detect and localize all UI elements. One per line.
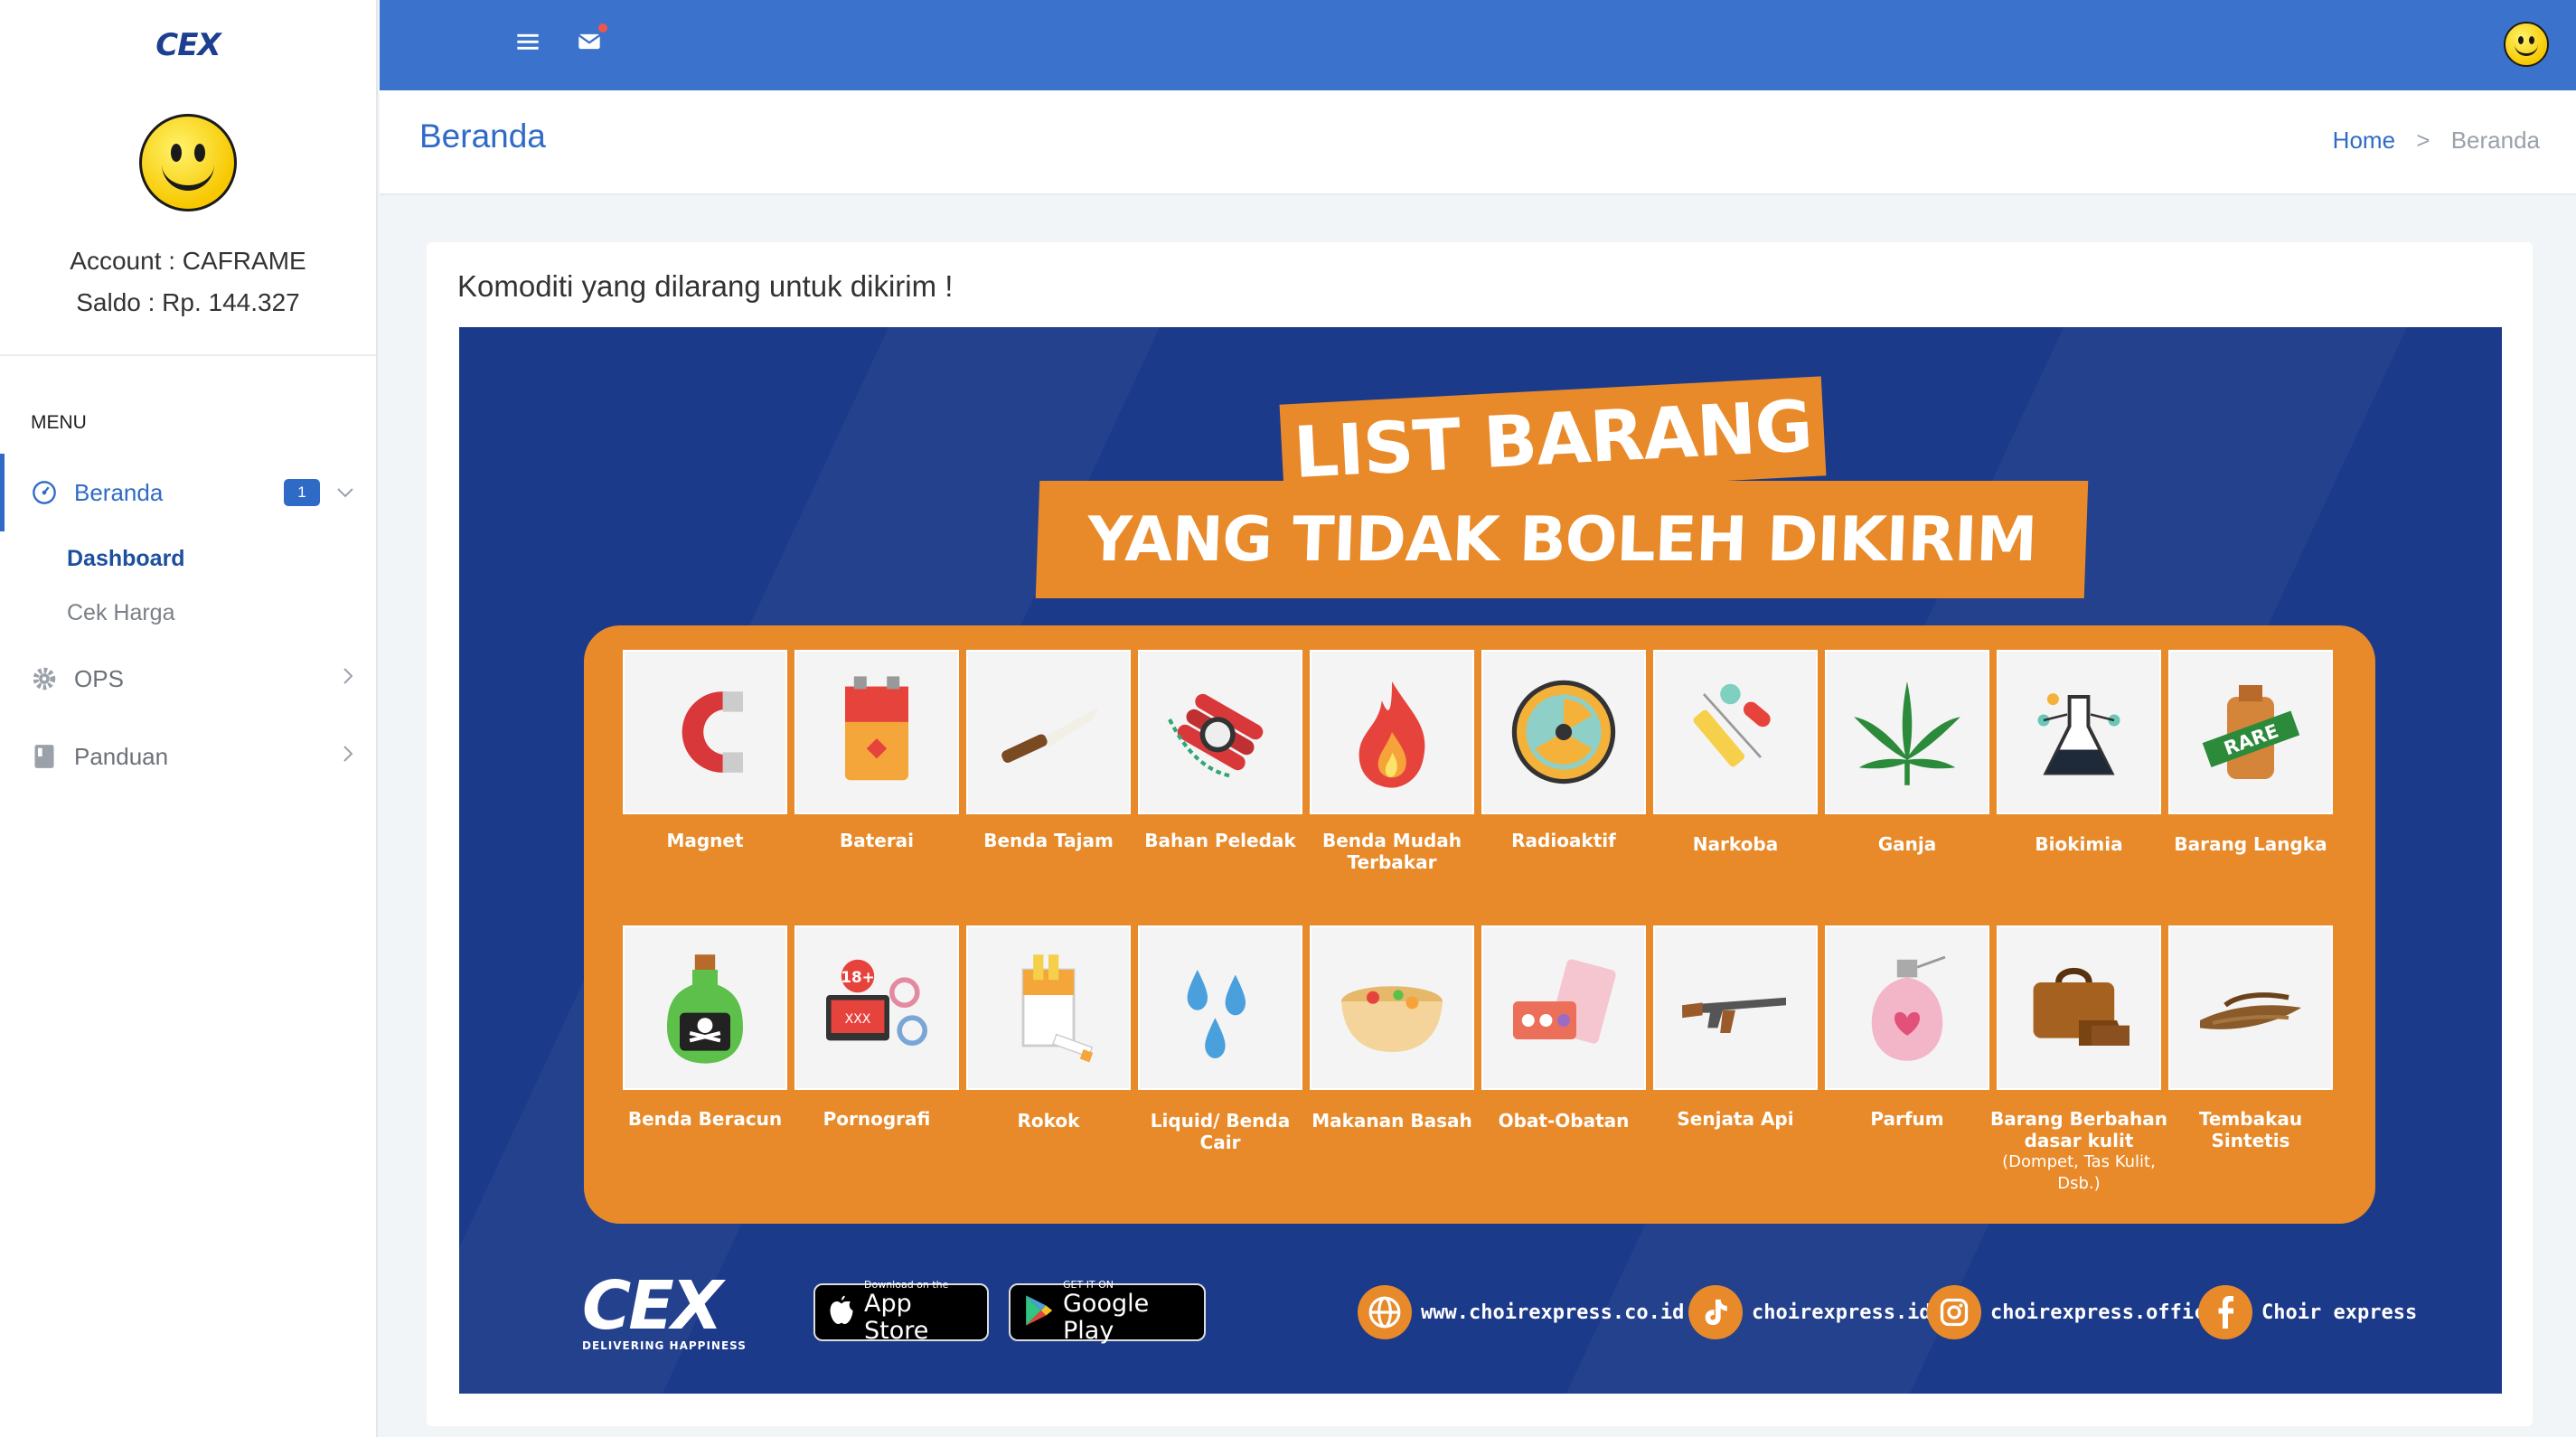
item-label: Liquid/ Benda Cair [1150, 1110, 1291, 1153]
item-label: Pornografi [823, 1108, 931, 1130]
sidebar: CEX Account : CAFRAME Saldo : Rp. 144.32… [0, 0, 378, 1437]
mail-icon[interactable] [577, 29, 602, 58]
explosive-icon [1138, 650, 1302, 814]
page-header: Beranda Home > Beranda [380, 90, 2576, 195]
breadcrumb-current: Beranda [2450, 127, 2540, 154]
item-label: Rokok [1017, 1110, 1080, 1132]
item-label: Barang Langka [2174, 833, 2327, 855]
menu-title: MENU [31, 412, 87, 433]
dashboard-icon [31, 479, 58, 506]
rare-item-icon: RARE [2168, 650, 2333, 814]
liquid-drops-icon [1138, 925, 1302, 1090]
firearm-icon [1653, 925, 1818, 1090]
google-play-large-text: Google Play [1063, 1290, 1150, 1345]
social-website[interactable]: www.choirexpress.co.id [1358, 1285, 1684, 1339]
chevron-right-icon[interactable] [342, 666, 354, 691]
prohibited-items-poster: LIST BARANG YANG TIDAK BOLEH DIKIRIM RAR… [459, 327, 2502, 1394]
poster-tagline: DELIVERING HAPPINESS [582, 1339, 747, 1352]
poison-bottle-icon [623, 925, 787, 1090]
sidebar-item-panduan[interactable]: Panduan [0, 718, 376, 795]
medicine-icon [1481, 925, 1646, 1090]
fire-icon [1310, 650, 1474, 814]
item-label: Magnet [666, 830, 744, 851]
wet-food-icon [1310, 925, 1474, 1090]
item-label: Ganja [1877, 833, 1937, 855]
tiktok-icon [1688, 1285, 1743, 1339]
magnet-icon [623, 650, 787, 814]
xxx-label: XXX [845, 1012, 871, 1027]
leather-goods-icon [1997, 925, 2161, 1090]
google-play-button[interactable]: GET IT ON Google Play [1009, 1280, 1206, 1345]
biochemical-icon [1997, 650, 2161, 814]
top-bar [380, 0, 2576, 90]
item-label: Barang Berbahan dasar kulit (Dompet, Tas… [1989, 1108, 2168, 1193]
avatar[interactable] [139, 114, 237, 211]
user-avatar-icon[interactable] [2504, 22, 2549, 67]
apple-icon [828, 1294, 855, 1330]
item-label-note: (Dompet, Tas Kulit, Dsb.) [2002, 1152, 2156, 1193]
facebook-icon [2198, 1285, 2252, 1339]
item-label: Benda Mudah Terbakar [1321, 830, 1462, 873]
social-facebook[interactable]: Choir express [2198, 1285, 2417, 1339]
cigarette-icon [966, 925, 1131, 1090]
item-label: Biokimia [2035, 833, 2123, 855]
sidebar-subitem-cek-harga[interactable]: Cek Harga [0, 586, 376, 640]
battery-icon [794, 650, 959, 814]
perfume-icon [1825, 925, 1989, 1090]
app-store-button[interactable]: Download on the App Store [813, 1280, 989, 1345]
sidebar-item-ops[interactable]: OPS [0, 640, 376, 718]
account-name: Account : CAFRAME [70, 247, 306, 275]
poster-logo: CEX DELIVERING HAPPINESS [582, 1267, 747, 1352]
knife-icon [966, 650, 1131, 814]
breadcrumb: Home > Beranda [2333, 127, 2540, 155]
gear-icon [31, 665, 58, 692]
item-label: Benda Tajam [983, 830, 1114, 851]
item-label: Senjata Api [1677, 1108, 1794, 1130]
card-title: Komoditi yang dilarang untuk dikirim ! [457, 269, 954, 303]
globe-icon [1358, 1285, 1412, 1339]
adult-content-icon: XXX 18+ [794, 925, 959, 1090]
sidebar-item-label: OPS [74, 664, 124, 692]
item-label: Makanan Basah [1312, 1110, 1472, 1132]
poster-title-line2: YANG TIDAK BOLEH DIKIRIM [1035, 481, 2089, 598]
item-label: Radioaktif [1511, 830, 1616, 851]
item-label: Baterai [839, 830, 915, 851]
cannabis-icon [1825, 650, 1989, 814]
hamburger-menu-icon[interactable] [515, 29, 541, 58]
breadcrumb-separator-icon: > [2416, 127, 2430, 154]
item-label: Benda Beracun [627, 1108, 783, 1130]
sidebar-item-label: Beranda [74, 478, 164, 506]
breadcrumb-home[interactable]: Home [2333, 127, 2395, 154]
radioactive-icon [1481, 650, 1646, 814]
instagram-icon [1927, 1285, 1981, 1339]
social-tiktok[interactable]: choirexpress.id [1688, 1285, 1932, 1339]
item-label: Narkoba [1692, 833, 1779, 855]
sidebar-item-beranda[interactable]: Beranda 1 [0, 454, 376, 531]
item-label: Parfum [1870, 1108, 1944, 1130]
app-store-large-text: App Store [864, 1290, 929, 1345]
item-label: Bahan Peledak [1144, 830, 1296, 851]
age-badge-text: 18+ [841, 968, 874, 986]
book-icon [31, 743, 58, 770]
social-instagram[interactable]: choirexpress.official [1927, 1285, 2242, 1339]
chevron-right-icon[interactable] [342, 744, 354, 769]
page-title: Beranda [419, 117, 546, 155]
notification-dot [598, 23, 607, 33]
item-label: Tembakau Sintetis [2198, 1108, 2303, 1151]
brand-logo[interactable]: CEX [0, 0, 376, 90]
brand-logo-text: CEX [155, 27, 221, 63]
sidebar-item-label: Panduan [74, 742, 169, 770]
item-label: Obat-Obatan [1498, 1110, 1630, 1132]
drugs-icon [1653, 650, 1818, 814]
sidebar-subitem-dashboard[interactable]: Dashboard [0, 531, 376, 586]
notification-badge: 1 [284, 479, 320, 506]
account-balance: Saldo : Rp. 144.327 [76, 288, 300, 316]
google-play-icon [1023, 1294, 1054, 1330]
tobacco-icon [2168, 925, 2333, 1090]
chevron-down-icon[interactable] [336, 480, 354, 505]
profile-panel: Account : CAFRAME Saldo : Rp. 144.327 [0, 90, 376, 356]
